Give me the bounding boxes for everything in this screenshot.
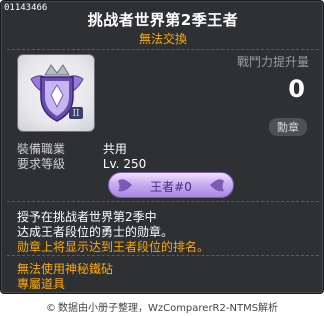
ranking-note: 勋章上将显示达到王者段位的排名。 <box>17 240 210 254</box>
requirement-value: Lv. 250 <box>102 157 147 171</box>
medal-title-badge: 王者#0 <box>108 172 234 198</box>
item-name: 挑战者世界第2季王者 <box>87 11 239 29</box>
item-icon-frame: II <box>17 54 95 132</box>
footer-credit: © 数据由小册子整理，WzComparerR2-NTMS解析 <box>0 299 324 314</box>
divider <box>7 201 319 202</box>
wing-right-icon <box>210 179 224 192</box>
category-badge: 勳章 <box>269 118 307 136</box>
item-tooltip: 01143466 挑战者世界第2季王者 無法交換 II 戰鬥力提升量 0 勳章 … <box>0 0 324 294</box>
medal-icon: II <box>30 64 84 122</box>
trade-status: 無法交換 <box>138 32 187 46</box>
footer-text: 数据由小册子整理，WzComparerR2-NTMS解析 <box>57 303 279 314</box>
requirement-value: 共用 <box>102 142 127 156</box>
requirement-label: 要求等級 <box>17 157 66 171</box>
restriction-exclusive: 專屬道具 <box>17 277 66 291</box>
copyright-icon: © <box>45 303 56 314</box>
svg-text:II: II <box>72 109 80 119</box>
combat-power-value: 0 <box>288 75 305 103</box>
divider <box>7 255 319 256</box>
requirement-level: 要求等級 Lv. 250 <box>17 155 146 172</box>
divider <box>7 49 319 50</box>
combat-power-label: 戰鬥力提升量 <box>236 55 309 69</box>
